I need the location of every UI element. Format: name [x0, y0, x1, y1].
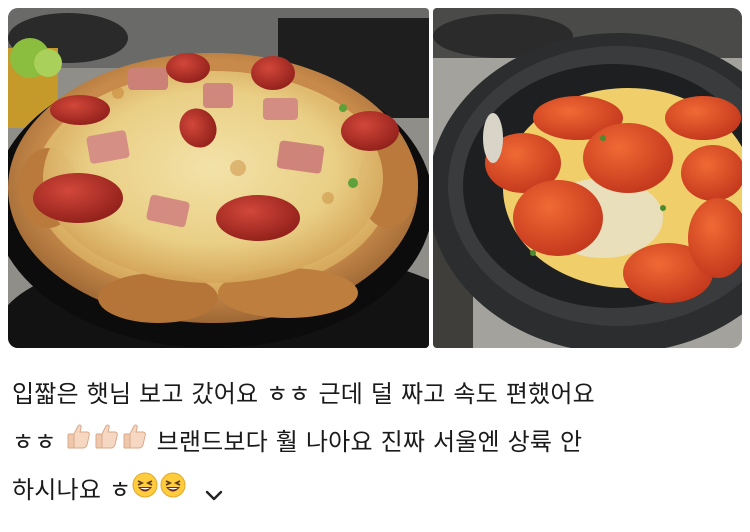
- thumbs-up-icon: [66, 418, 92, 466]
- post-line-3: 하시나요 ㅎ: [12, 466, 732, 514]
- chevron-down-icon[interactable]: [201, 477, 227, 503]
- grinning-squinting-icon: [132, 466, 158, 514]
- thumbs-up-icon: [94, 418, 120, 466]
- thumbs-up-icon: [122, 418, 148, 466]
- skillet-photo[interactable]: [433, 8, 742, 348]
- post-line-2: ㅎㅎ 브랜드보다 훨 나아요 진짜 서울엔 상륙 안: [12, 418, 732, 466]
- post-text-line-2: 브랜드보다 훨 나아요 진짜 서울엔 상륙 안: [156, 428, 583, 456]
- post-line-1: 입짧은 햇님 보고 갔어요 ㅎㅎ 근데 덜 짜고 속도 편했어요: [12, 370, 732, 418]
- post-text-line-2-prefix: ㅎㅎ: [12, 428, 57, 456]
- grinning-squinting-icon: [160, 466, 186, 514]
- post-text-line-3: 하시나요 ㅎ: [12, 476, 132, 504]
- photo-gallery: [8, 8, 742, 348]
- post-text-line-1: 입짧은 햇님 보고 갔어요 ㅎㅎ 근데 덜 짜고 속도 편했어요: [12, 380, 595, 408]
- post-body: 입짧은 햇님 보고 갔어요 ㅎㅎ 근데 덜 짜고 속도 편했어요 ㅎㅎ 브랜드보…: [12, 370, 732, 514]
- pizza-photo[interactable]: [8, 8, 429, 348]
